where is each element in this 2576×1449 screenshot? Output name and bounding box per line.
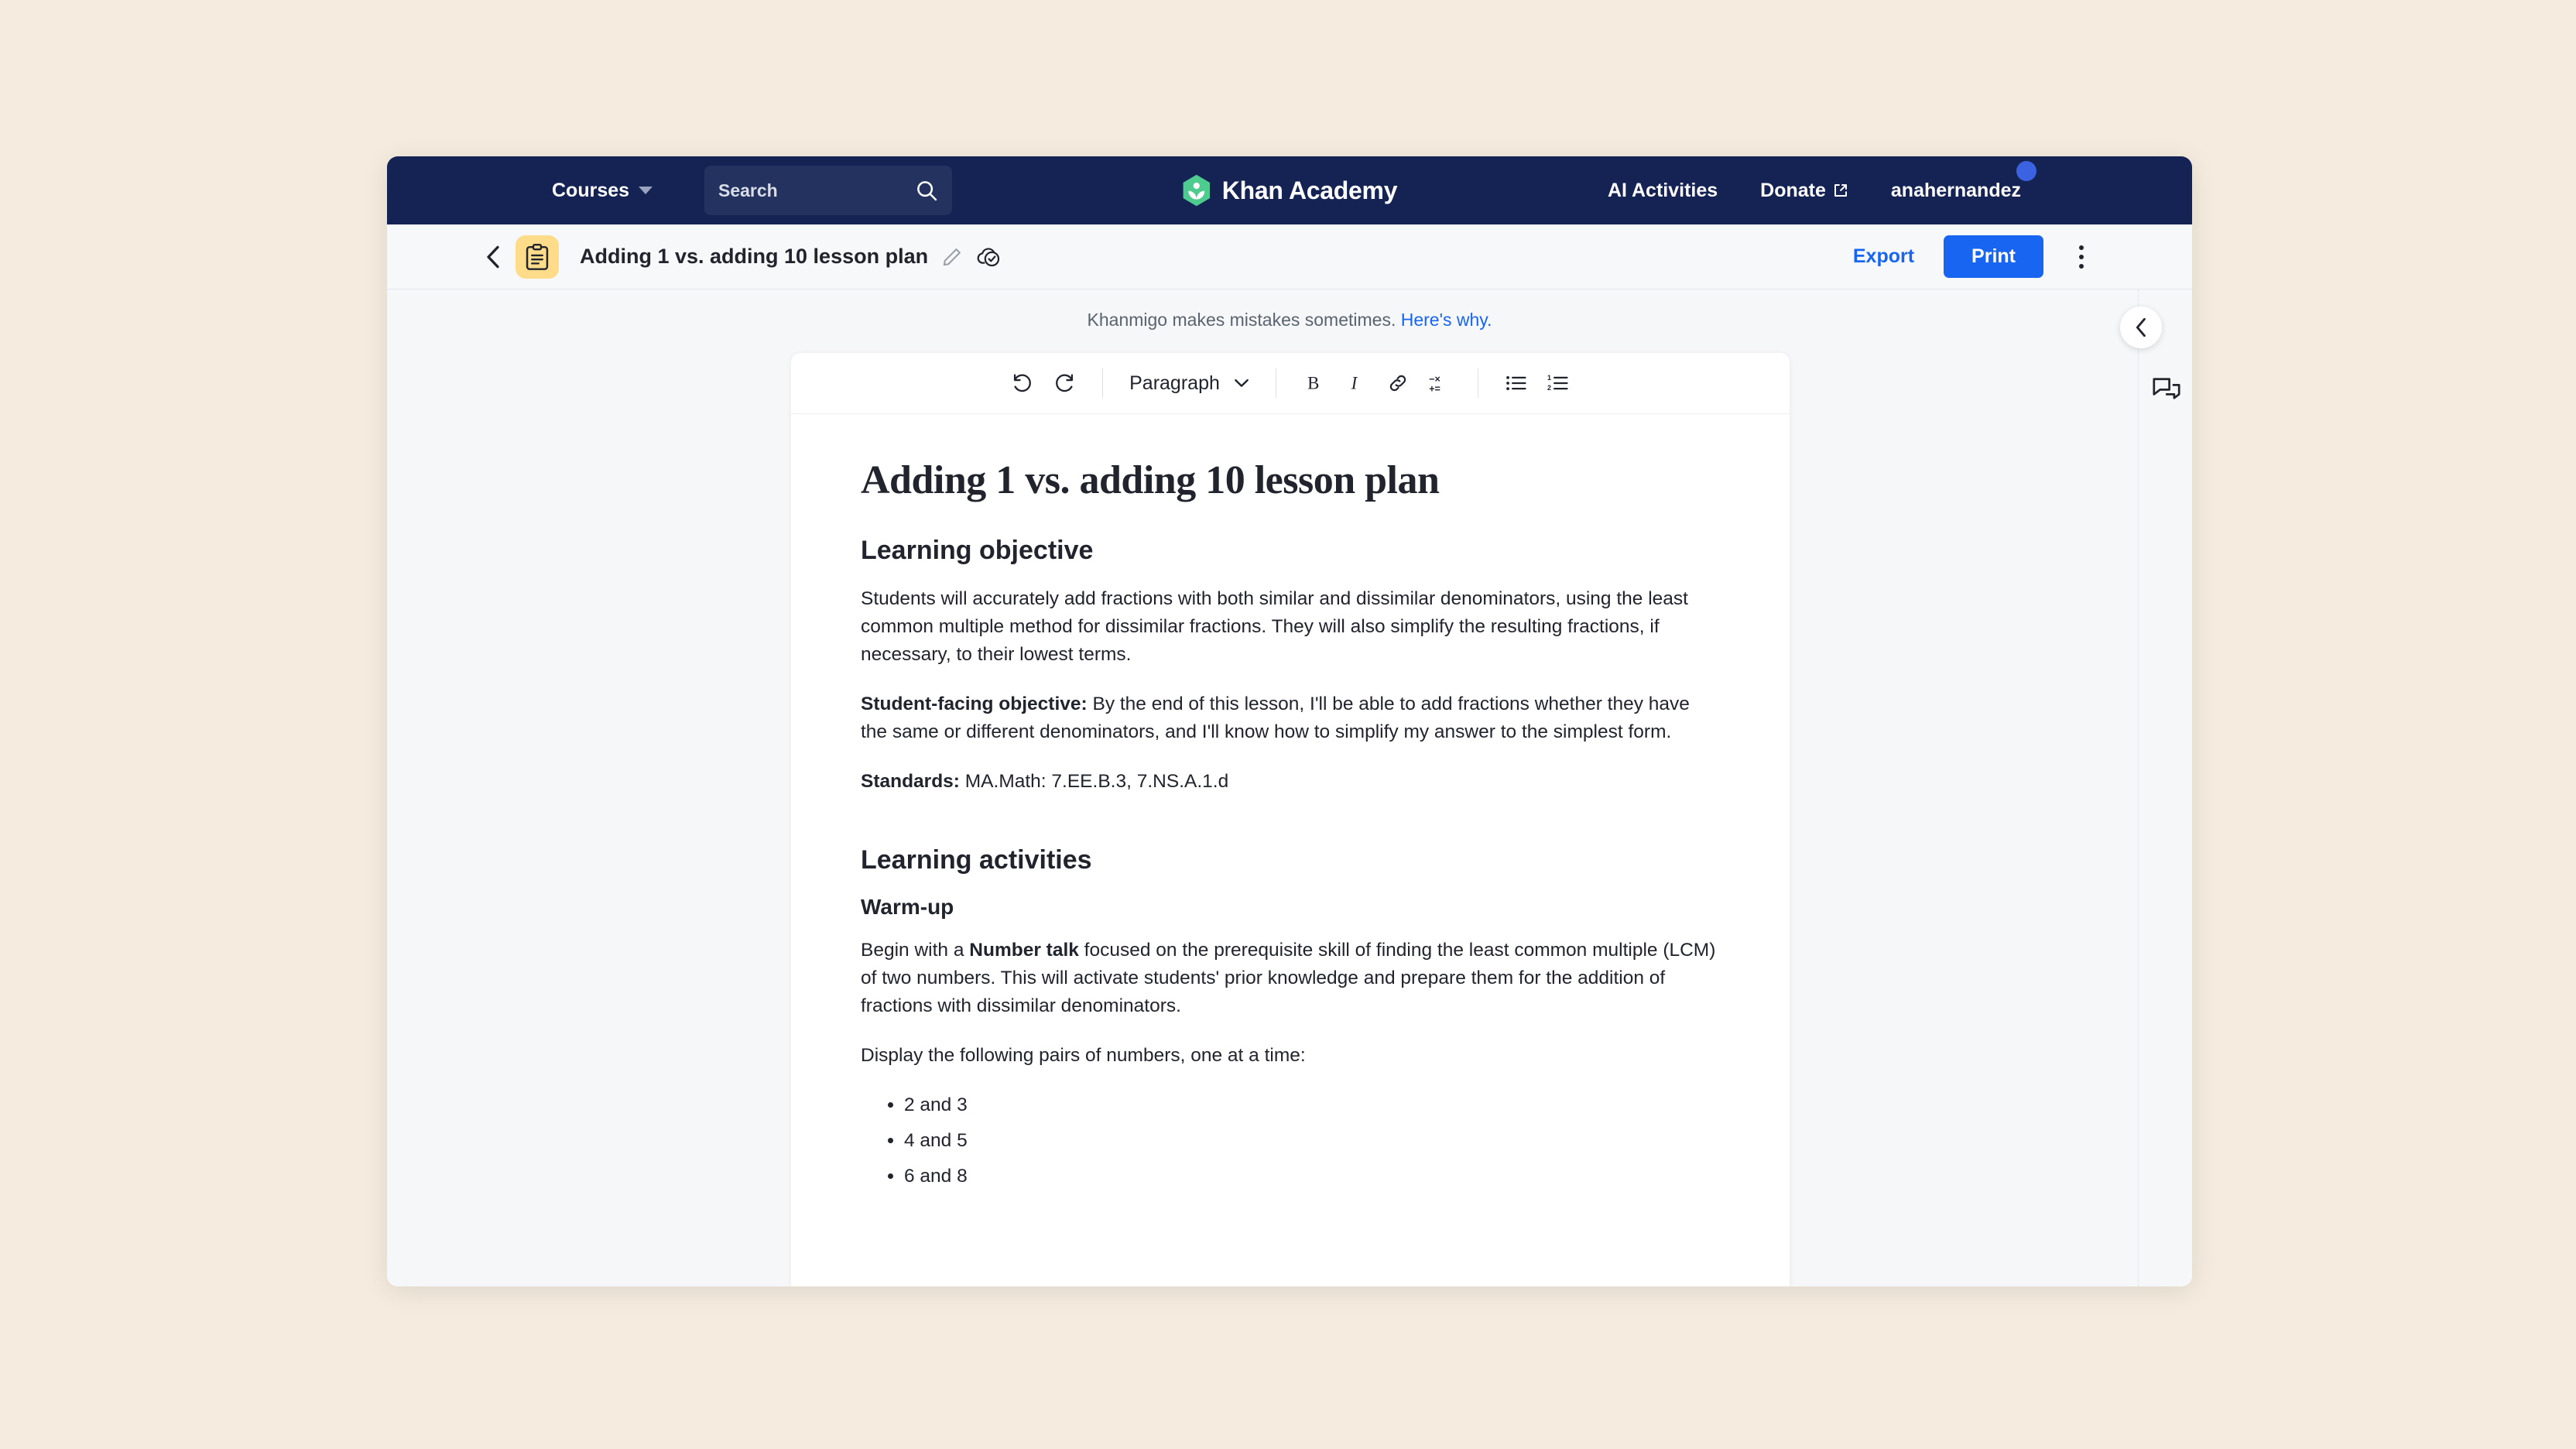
document-type-badge[interactable] xyxy=(516,235,559,279)
link-button[interactable] xyxy=(1377,362,1419,404)
nav-user-menu[interactable]: anahernandez xyxy=(1890,160,2036,202)
export-button[interactable]: Export xyxy=(1845,239,1922,274)
nav-courses-label: Courses xyxy=(552,179,630,201)
paragraph-display-instruction: Display the following pairs of numbers, … xyxy=(861,1045,1306,1066)
link-icon xyxy=(1389,375,1406,392)
bold-icon: B xyxy=(1307,374,1319,393)
nav-donate-link[interactable]: Donate xyxy=(1760,180,1848,202)
paragraph-standards: Standards: MA.Math: 7.EE.B.3, 7.NS.A.1.d xyxy=(861,768,1720,796)
caret-down-icon xyxy=(639,187,653,194)
disclaimer-link[interactable]: Here's why. xyxy=(1401,310,1492,330)
paragraph-student-facing-objective: Student-facing objective: By the end of … xyxy=(861,690,1720,746)
search-input[interactable]: Search xyxy=(704,166,952,215)
numbered-list-icon: 1 2 xyxy=(1547,374,1568,392)
list-item: 4 and 5 xyxy=(904,1127,1720,1155)
kebab-menu-icon xyxy=(2079,245,2084,250)
nav-ai-activities-label: AI Activities xyxy=(1607,179,1718,201)
heading-learning-activities: Learning activities xyxy=(861,845,1092,875)
bullet-list-button[interactable] xyxy=(1495,362,1537,404)
right-rail xyxy=(2120,289,2192,1286)
chevron-down-icon xyxy=(1234,379,1249,387)
svg-text:+=: += xyxy=(1429,383,1440,394)
save-status-indicator[interactable] xyxy=(976,246,1001,268)
svg-text:I: I xyxy=(1351,374,1358,393)
block-style-select[interactable]: Paragraph xyxy=(1120,366,1259,401)
format-toolbar: Paragraph B I −× += 1 2 xyxy=(791,353,1790,414)
heading-learning-objective: Learning objective xyxy=(861,536,1094,565)
student-facing-label: Student-facing objective: xyxy=(861,694,1088,714)
paragraph-warm-up: Begin with a Number talk focused on the … xyxy=(861,937,1720,1020)
italic-button[interactable]: I xyxy=(1335,362,1377,404)
chevron-left-icon xyxy=(2136,317,2146,337)
toolbar-divider xyxy=(1102,368,1104,398)
block-style-label: Paragraph xyxy=(1129,372,1220,394)
cloud-check-icon xyxy=(977,247,1000,266)
clipboard-icon xyxy=(526,243,549,270)
standards-text: MA.Math: 7.EE.B.3, 7.NS.A.1.d xyxy=(959,771,1229,792)
khan-academy-leaf-icon xyxy=(1183,174,1210,207)
avatar xyxy=(2016,160,2036,181)
list-item: 6 and 8 xyxy=(904,1163,1720,1190)
bold-button[interactable]: B xyxy=(1293,362,1335,404)
search-placeholder: Search xyxy=(718,180,778,200)
document-heading-title: Adding 1 vs. adding 10 lesson plan xyxy=(861,458,1440,502)
italic-icon: I xyxy=(1351,374,1358,393)
nav-courses-menu[interactable]: Courses xyxy=(552,180,653,202)
edit-title-button[interactable] xyxy=(942,247,962,267)
svg-text:1: 1 xyxy=(1547,374,1551,382)
collapse-panel-button[interactable] xyxy=(2120,307,2162,348)
browser-window: Courses Search Khan Academy AI Activitie… xyxy=(387,156,2192,1286)
svg-text:2: 2 xyxy=(1547,384,1551,392)
redo-icon xyxy=(1056,374,1074,392)
redo-button[interactable] xyxy=(1043,362,1085,404)
math-button[interactable]: −× += xyxy=(1419,362,1461,404)
document-toolbar: Adding 1 vs. adding 10 lesson plan Expor… xyxy=(387,224,2192,289)
print-button[interactable]: Print xyxy=(1944,235,2043,278)
more-options-button[interactable] xyxy=(2068,240,2095,274)
list-item: 2 and 3 xyxy=(904,1091,1720,1119)
nav-username-label: anahernandez xyxy=(1890,179,2021,201)
nav-donate-label: Donate xyxy=(1760,179,1826,201)
math-equation-icon: −× += xyxy=(1429,374,1440,394)
warmup-lead: Begin with a xyxy=(861,940,970,961)
bulleted-list-icon xyxy=(1506,375,1526,391)
document-title[interactable]: Adding 1 vs. adding 10 lesson plan xyxy=(580,245,928,269)
logo-wordmark: Khan Academy xyxy=(1221,176,1398,204)
paragraph-learning-objective: Students will accurately add fractions w… xyxy=(861,588,1688,665)
back-button[interactable] xyxy=(485,245,502,269)
warmup-bold-term: Number talk xyxy=(969,940,1079,961)
comments-icon xyxy=(2153,378,2180,399)
heading-warm-up: Warm-up xyxy=(861,895,954,919)
external-link-icon xyxy=(1834,184,1847,197)
undo-icon xyxy=(1014,374,1032,392)
khan-academy-logo[interactable]: Khan Academy xyxy=(1182,174,1398,207)
svg-text:B: B xyxy=(1307,374,1319,393)
main-area: Khanmigo makes mistakes sometimes. Here'… xyxy=(387,289,2192,1286)
disclaimer-text: Khanmigo makes mistakes sometimes. xyxy=(1087,310,1396,330)
document-toolbar-right: Export Print xyxy=(1845,235,2095,278)
nav-ai-activities-link[interactable]: AI Activities xyxy=(1608,180,1718,202)
undo-button[interactable] xyxy=(1002,362,1043,404)
numbered-list-button[interactable]: 1 2 xyxy=(1537,362,1579,404)
editor-card: Paragraph B I −× += 1 2 Adding 1 vs. add… xyxy=(791,353,1790,1286)
document-toolbar-left: Adding 1 vs. adding 10 lesson plan xyxy=(485,235,1001,279)
document-body[interactable]: Adding 1 vs. adding 10 lesson plan Learn… xyxy=(791,414,1790,1190)
nav-right-group: AI Activities Donate anahernandez xyxy=(1608,160,2036,202)
pencil-icon xyxy=(943,248,961,265)
comments-button[interactable] xyxy=(2151,375,2182,406)
top-navbar: Courses Search Khan Academy AI Activitie… xyxy=(387,156,2192,224)
search-icon xyxy=(917,181,937,201)
standards-label: Standards: xyxy=(861,771,960,792)
khanmigo-disclaimer: Khanmigo makes mistakes sometimes. Here'… xyxy=(387,310,2192,331)
number-pairs-list: 2 and 3 4 and 5 6 and 8 xyxy=(904,1091,1720,1190)
